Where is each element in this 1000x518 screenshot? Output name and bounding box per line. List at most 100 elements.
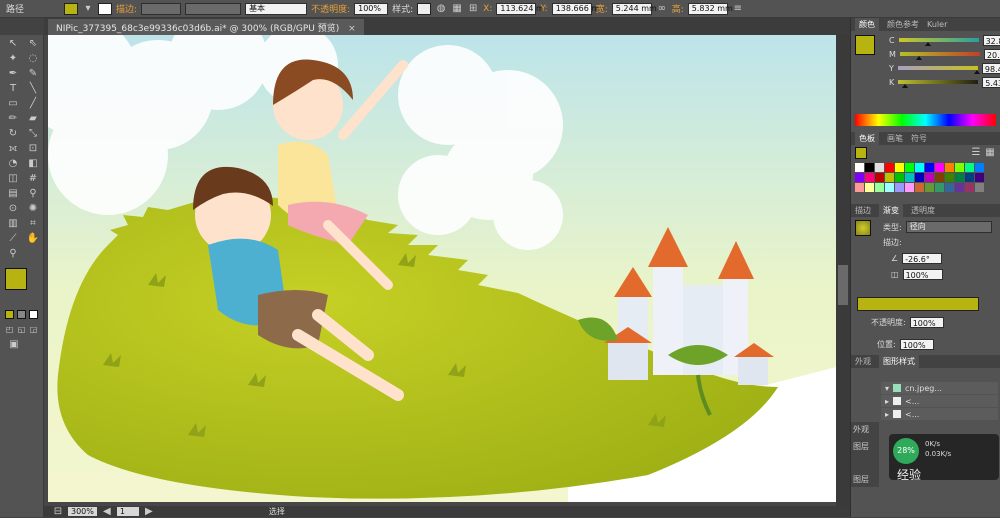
- document-tab[interactable]: NIPic_377395_68c3e99336c03d6b.ai* @ 300%…: [48, 19, 364, 35]
- swatch[interactable]: [975, 163, 984, 172]
- list-view-icon[interactable]: ☰: [970, 147, 982, 159]
- zoom-tool-icon[interactable]: ⚲: [4, 248, 22, 261]
- swatch[interactable]: [855, 173, 864, 182]
- color-mode-icon[interactable]: [5, 310, 14, 319]
- layer-row[interactable]: ▾ cn.jpeg...: [881, 382, 998, 394]
- swatch[interactable]: [905, 173, 914, 182]
- y-field[interactable]: 138.666 m: [551, 2, 599, 15]
- swatch[interactable]: [935, 183, 944, 192]
- y-value[interactable]: 98.46%: [981, 62, 1000, 74]
- swatch[interactable]: [925, 183, 934, 192]
- grid-view-icon[interactable]: ▦: [984, 147, 996, 159]
- layer-row[interactable]: ▸ <...: [881, 395, 998, 407]
- rotate-tool-icon[interactable]: ↻: [4, 128, 22, 141]
- graph-tool-icon[interactable]: ▥: [4, 218, 22, 231]
- opacity-field[interactable]: 100%: [354, 2, 389, 15]
- lasso-tool-icon[interactable]: ◌: [24, 53, 42, 66]
- swatch[interactable]: [875, 163, 884, 172]
- perspective-tool-icon[interactable]: ◫: [4, 173, 22, 186]
- gradient-mode-icon[interactable]: [17, 310, 26, 319]
- link-icon[interactable]: ∞: [656, 3, 668, 15]
- pencil-tool-icon[interactable]: ✏: [4, 113, 22, 126]
- selection-tool-icon[interactable]: ↖: [4, 38, 22, 51]
- variable-width-dropdown[interactable]: [185, 2, 242, 15]
- ratio-field[interactable]: 100%: [902, 268, 943, 280]
- eraser-tool-icon[interactable]: ▰: [24, 113, 42, 126]
- line-tool-icon[interactable]: ╲: [24, 83, 42, 96]
- rectangle-tool-icon[interactable]: ▭: [4, 98, 22, 111]
- swatch[interactable]: [865, 173, 874, 182]
- swatch[interactable]: [885, 163, 894, 172]
- curvature-tool-icon[interactable]: ✎: [24, 68, 42, 81]
- style-swatch[interactable]: [417, 2, 432, 15]
- tab-color[interactable]: 颜色: [855, 18, 879, 31]
- close-icon[interactable]: ×: [348, 24, 356, 34]
- fill-swatch[interactable]: [64, 2, 79, 15]
- expand-icon[interactable]: ▾: [885, 384, 889, 393]
- swatch[interactable]: [895, 173, 904, 182]
- eyedropper-tool-icon[interactable]: ⚲: [24, 188, 42, 201]
- swatch[interactable]: [945, 183, 954, 192]
- gradient-tool-icon[interactable]: ▤: [4, 188, 22, 201]
- swatch[interactable]: [975, 183, 984, 192]
- tab-transparency[interactable]: 透明度: [911, 205, 935, 216]
- gradient-type-dropdown[interactable]: 径向: [905, 221, 992, 233]
- k-slider[interactable]: [898, 80, 979, 88]
- page-field[interactable]: 1: [116, 507, 139, 516]
- canvas-area[interactable]: [44, 35, 850, 506]
- hand-tool-icon[interactable]: ✋: [24, 233, 42, 246]
- gradient-slider[interactable]: [857, 297, 979, 311]
- swatch[interactable]: [955, 183, 964, 192]
- artwork[interactable]: [48, 35, 844, 502]
- tab-brushes[interactable]: 画笔: [887, 133, 903, 144]
- tab-graphic-styles[interactable]: 图形样式: [879, 355, 919, 368]
- magic-wand-tool-icon[interactable]: ✦: [4, 53, 22, 66]
- swatch[interactable]: [965, 173, 974, 182]
- tab-kuler[interactable]: Kuler: [927, 20, 947, 29]
- swatch[interactable]: [965, 163, 974, 172]
- swatch[interactable]: [925, 163, 934, 172]
- swatch[interactable]: [865, 183, 874, 192]
- current-swatch[interactable]: [855, 147, 867, 159]
- next-artboard-icon[interactable]: ▶: [143, 506, 155, 518]
- scrollbar-thumb[interactable]: [838, 265, 848, 305]
- free-transform-tool-icon[interactable]: ⊡: [24, 143, 42, 156]
- color-spectrum[interactable]: [855, 114, 996, 126]
- swatch-grid[interactable]: [851, 161, 1000, 194]
- swatch[interactable]: [895, 163, 904, 172]
- swatch[interactable]: [855, 163, 864, 172]
- swatch[interactable]: [955, 173, 964, 182]
- y-slider[interactable]: [897, 66, 980, 74]
- swatch[interactable]: [885, 173, 894, 182]
- swatch[interactable]: [965, 183, 974, 192]
- slice-tool-icon[interactable]: ⟋: [4, 233, 22, 246]
- network-widget[interactable]: 28% 0K/s 0.03K/s 经验: [889, 434, 999, 482]
- type-tool-icon[interactable]: T: [4, 83, 22, 96]
- fill-stroke-widget[interactable]: [4, 268, 40, 308]
- tab-symbols[interactable]: 符号: [911, 133, 927, 144]
- swatch[interactable]: [895, 183, 904, 192]
- tab-appearance[interactable]: 外观: [855, 356, 871, 367]
- swatch[interactable]: [885, 183, 894, 192]
- chevron-down-icon[interactable]: ▾: [82, 3, 94, 15]
- swatch[interactable]: [935, 173, 944, 182]
- direct-selection-tool-icon[interactable]: ⇖: [24, 38, 42, 51]
- tab-stroke[interactable]: 描边: [855, 205, 871, 216]
- tab-color-guide[interactable]: 颜色参考: [887, 19, 919, 30]
- fill-color-icon[interactable]: [5, 268, 27, 290]
- gradient-opacity-field[interactable]: 100%: [909, 316, 944, 328]
- m-value[interactable]: 20.68%: [983, 48, 1000, 60]
- expand-icon[interactable]: ▸: [885, 397, 889, 406]
- swatch[interactable]: [975, 173, 984, 182]
- draw-inside-icon[interactable]: ◲: [29, 324, 38, 334]
- symbol-sprayer-tool-icon[interactable]: ✺: [24, 203, 42, 216]
- swatch[interactable]: [945, 173, 954, 182]
- live-paint-tool-icon[interactable]: ◧: [24, 158, 42, 171]
- draw-behind-icon[interactable]: ◱: [17, 324, 26, 334]
- shape-builder-tool-icon[interactable]: ◔: [4, 158, 22, 171]
- artboard-tool-icon[interactable]: ⌗: [24, 218, 42, 231]
- swatch[interactable]: [925, 173, 934, 182]
- stroke-weight-dropdown[interactable]: [141, 2, 182, 15]
- k-value[interactable]: 5.43%: [982, 76, 1000, 88]
- transform-icon[interactable]: ⊞: [467, 3, 479, 15]
